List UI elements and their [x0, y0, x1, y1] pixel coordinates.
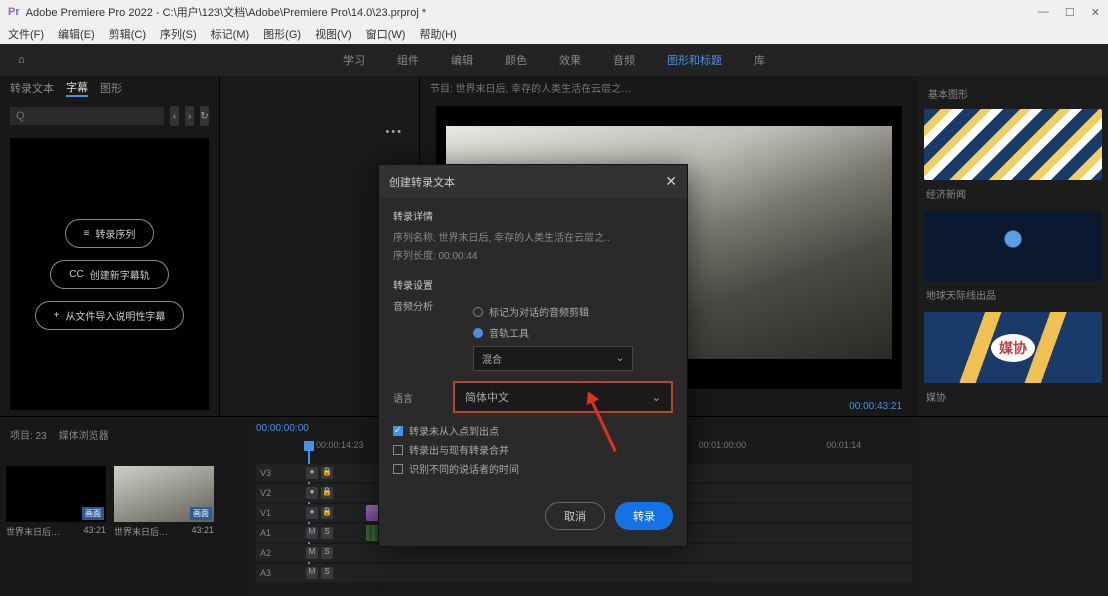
menu-sequence[interactable]: 序列(S) — [160, 26, 197, 42]
duration-time: 00:00:43:21 — [849, 401, 902, 412]
cc-icon: CC — [69, 269, 83, 280]
cancel-button[interactable]: 取消 — [545, 502, 605, 530]
transcribe-button[interactable]: ≡转录序列 — [65, 219, 155, 248]
tab-graphics[interactable]: 图形 — [100, 80, 122, 96]
close-icon[interactable]: ✕ — [1091, 6, 1100, 19]
project-panel: 项目: 23 媒体浏览器 画面 世界末日后…43:21 画面 世界末日后…43:… — [0, 417, 250, 596]
eg-tab[interactable]: 基本图形 — [924, 82, 1102, 105]
track-a3[interactable]: A3MS — [256, 564, 912, 582]
seq-duration-label: 序列长度: 00:00:44 — [393, 247, 673, 262]
refresh-icon[interactable]: ↻ — [200, 106, 209, 126]
section-details: 转录详情 — [393, 208, 673, 223]
ws-tab-color[interactable]: 颜色 — [505, 52, 527, 68]
maximize-icon[interactable]: ☐ — [1065, 6, 1075, 19]
wave-icon: ≡ — [84, 228, 90, 239]
minimize-icon[interactable]: — — [1038, 6, 1049, 19]
ws-tab-edit[interactable]: 编辑 — [451, 52, 473, 68]
prev-btn[interactable]: ‹ — [170, 106, 179, 126]
ws-tab-learn[interactable]: 学习 — [343, 52, 365, 68]
audio-meter-panel — [918, 417, 1108, 596]
ws-tab-audio[interactable]: 音频 — [613, 52, 635, 68]
chevron-down-icon: ⌄ — [616, 353, 624, 364]
dialog-close-icon[interactable]: ✕ — [665, 173, 677, 190]
template-thumb[interactable] — [924, 109, 1102, 180]
pr-logo-icon: Pr — [8, 6, 20, 18]
audio-analysis-label: 音频分析 — [393, 298, 463, 313]
radio-dialogue-clips[interactable] — [473, 307, 483, 317]
transcribe-button[interactable]: 转录 — [615, 502, 673, 530]
next-btn[interactable]: › — [185, 106, 194, 126]
check-merge[interactable] — [393, 445, 403, 455]
project-tab[interactable]: 项目: 23 — [10, 427, 47, 442]
program-tab[interactable]: 节目: 世界末日后, 幸存的人类生活在云层之… — [420, 76, 918, 98]
ws-tab-assembly[interactable]: 组件 — [397, 52, 419, 68]
ws-tab-graphics[interactable]: 图形和标题 — [667, 52, 722, 68]
menu-clip[interactable]: 剪辑(C) — [109, 26, 146, 42]
project-item[interactable]: 画面 世界末日后…43:21 — [114, 466, 214, 538]
section-settings: 转录设置 — [393, 277, 673, 292]
language-label: 语言 — [393, 390, 433, 405]
create-transcript-dialog: 创建转录文本 ✕ 转录详情 序列名称: 世界末日后, 幸存的人类生活在云层之..… — [378, 164, 688, 547]
template-label: 媒协 — [924, 387, 1102, 410]
menu-file[interactable]: 文件(F) — [8, 26, 44, 42]
menu-window[interactable]: 窗口(W) — [366, 26, 406, 42]
mix-dropdown[interactable]: 混合⌄ — [473, 346, 633, 371]
chevron-down-icon: ⌄ — [652, 391, 661, 404]
menu-help[interactable]: 帮助(H) — [419, 26, 456, 42]
tab-captions[interactable]: 字幕 — [66, 79, 88, 97]
window-titlebar: Pr Adobe Premiere Pro 2022 - C:\用户\123\文… — [0, 0, 1108, 24]
create-caption-button[interactable]: CC创建新字幕轨 — [50, 260, 168, 289]
import-caption-button[interactable]: +从文件导入说明性字幕 — [35, 301, 185, 330]
ws-tab-effects[interactable]: 效果 — [559, 52, 581, 68]
window-title: Adobe Premiere Pro 2022 - C:\用户\123\文档\A… — [26, 4, 1038, 20]
check-in-out[interactable] — [393, 426, 403, 436]
template-thumb[interactable] — [924, 312, 1102, 383]
radio-audio-track[interactable] — [473, 328, 483, 338]
more-icon[interactable]: ••• — [385, 126, 403, 138]
menu-graphics[interactable]: 图形(G) — [263, 26, 301, 42]
menubar: 文件(F) 编辑(E) 剪辑(C) 序列(S) 标记(M) 图形(G) 视图(V… — [0, 24, 1108, 44]
timeline-playhead[interactable]: 00:00:00:00 — [256, 423, 309, 434]
project-item[interactable]: 画面 世界末日后…43:21 — [6, 466, 106, 538]
workspace-tab-row: ⌂ 学习 组件 编辑 颜色 效果 音频 图形和标题 库 — [0, 44, 1108, 76]
ws-tab-library[interactable]: 库 — [754, 52, 765, 68]
home-icon[interactable]: ⌂ — [18, 54, 25, 66]
dialog-title: 创建转录文本 — [389, 174, 455, 190]
essential-graphics-panel: 基本图形 经济新闻 地球天际线出品 媒协 — [918, 76, 1108, 416]
template-label: 经济新闻 — [924, 184, 1102, 207]
menu-view[interactable]: 视图(V) — [315, 26, 352, 42]
search-input[interactable] — [10, 107, 164, 125]
template-label: 地球天际线出品 — [924, 285, 1102, 308]
tab-transcript[interactable]: 转录文本 — [10, 80, 54, 96]
media-browser-tab[interactable]: 媒体浏览器 — [59, 427, 109, 442]
text-panel: 转录文本 字幕 图形 ‹ › ↻ ≡转录序列 CC创建新字幕轨 +从文件导入说明… — [0, 76, 220, 416]
menu-edit[interactable]: 编辑(E) — [58, 26, 95, 42]
template-thumb[interactable] — [924, 211, 1102, 282]
language-dropdown[interactable]: 简体中文 ⌄ — [453, 381, 673, 413]
check-speakers[interactable] — [393, 464, 403, 474]
menu-marker[interactable]: 标记(M) — [211, 26, 250, 42]
plus-icon: + — [54, 310, 60, 321]
seq-name-label: 序列名称: 世界末日后, 幸存的人类生活在云层之.. — [393, 229, 673, 244]
